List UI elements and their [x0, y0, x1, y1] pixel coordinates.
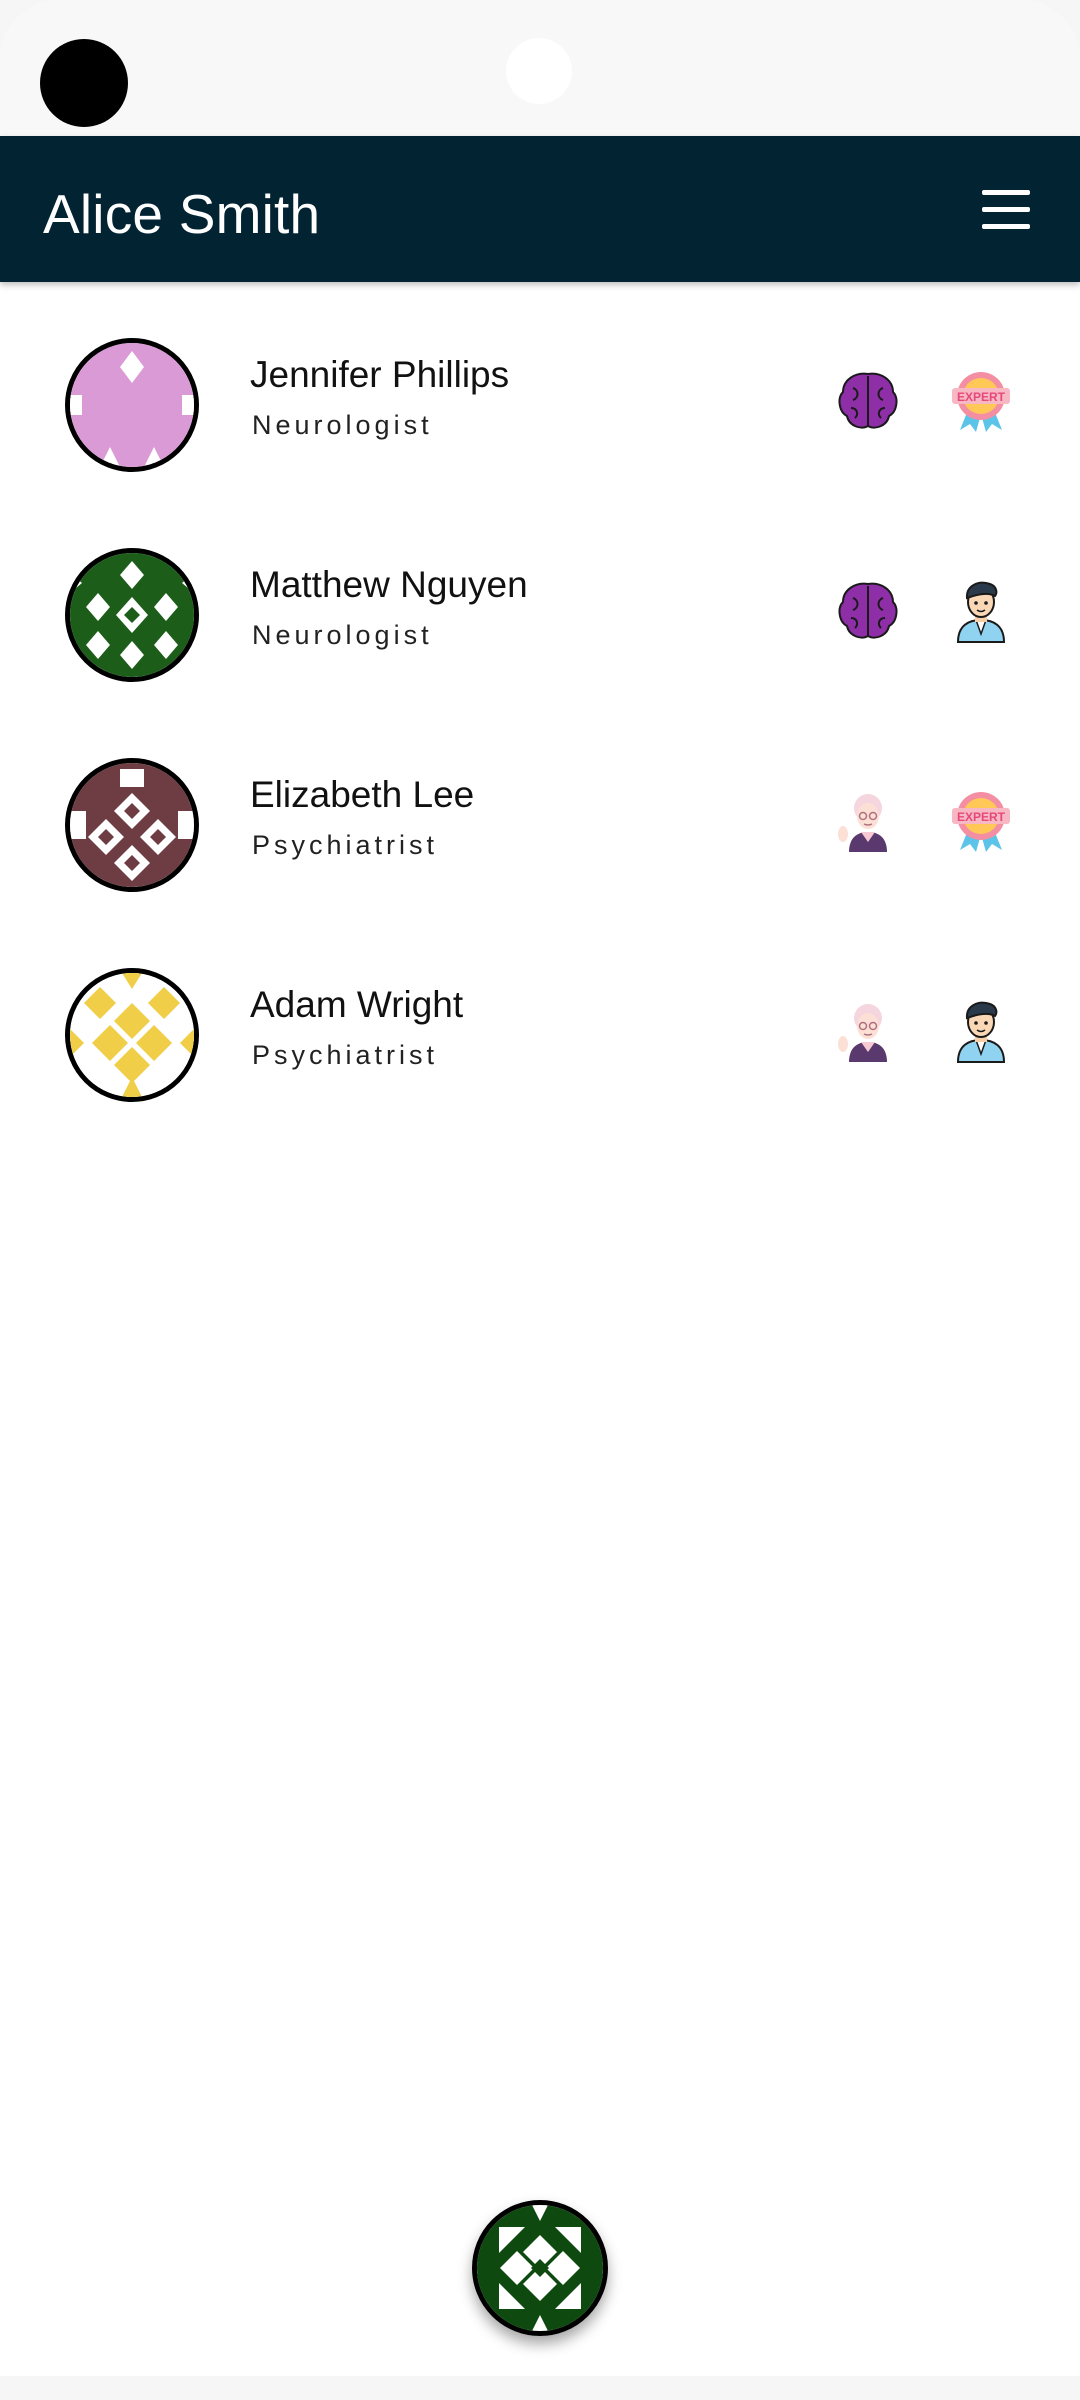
app-screen: Alice Smith Jennifer Phillips Neurologis… [0, 0, 1080, 2400]
doctor-name: Elizabeth Lee [250, 774, 475, 815]
grandmother-icon [835, 788, 901, 854]
grandmother-icon [835, 998, 901, 1064]
doctor-role: Psychiatrist [252, 1040, 439, 1070]
brain-icon [835, 578, 901, 644]
expert-label: EXPERT [957, 810, 1006, 824]
avatar [65, 968, 199, 1102]
list-item[interactable]: Adam Wright Psychiatrist [0, 930, 1080, 1140]
young-man-icon [948, 578, 1014, 644]
list-item[interactable]: Matthew Nguyen Neurologist [0, 510, 1080, 720]
expert-badge-icon: EXPERT [948, 368, 1014, 434]
doctor-name: Matthew Nguyen [250, 564, 528, 605]
list-item[interactable]: Jennifer Phillips Neurologist EXPERT [0, 300, 1080, 510]
profile-fab-button[interactable] [472, 2200, 608, 2336]
expert-badge-icon: EXPERT [948, 788, 1014, 854]
page-title: Alice Smith [43, 183, 321, 245]
avatar [65, 338, 199, 472]
young-man-icon [948, 998, 1014, 1064]
doctor-role: Neurologist [252, 410, 433, 440]
app-bar: Alice Smith [0, 136, 1080, 282]
front-sensor [506, 38, 572, 104]
avatar [65, 548, 199, 682]
status-bar [0, 0, 1080, 136]
camera-cutout [40, 39, 128, 127]
hamburger-menu-icon[interactable] [982, 190, 1030, 230]
brain-icon [835, 368, 901, 434]
doctor-name: Adam Wright [250, 984, 464, 1025]
doctor-name: Jennifer Phillips [250, 354, 510, 395]
doctor-role: Psychiatrist [252, 830, 439, 860]
doctor-role: Neurologist [252, 620, 433, 650]
list-item[interactable]: Elizabeth Lee Psychiatrist EXPERT [0, 720, 1080, 930]
navigation-bar-area [0, 2376, 1080, 2400]
expert-label: EXPERT [957, 390, 1006, 404]
avatar [65, 758, 199, 892]
